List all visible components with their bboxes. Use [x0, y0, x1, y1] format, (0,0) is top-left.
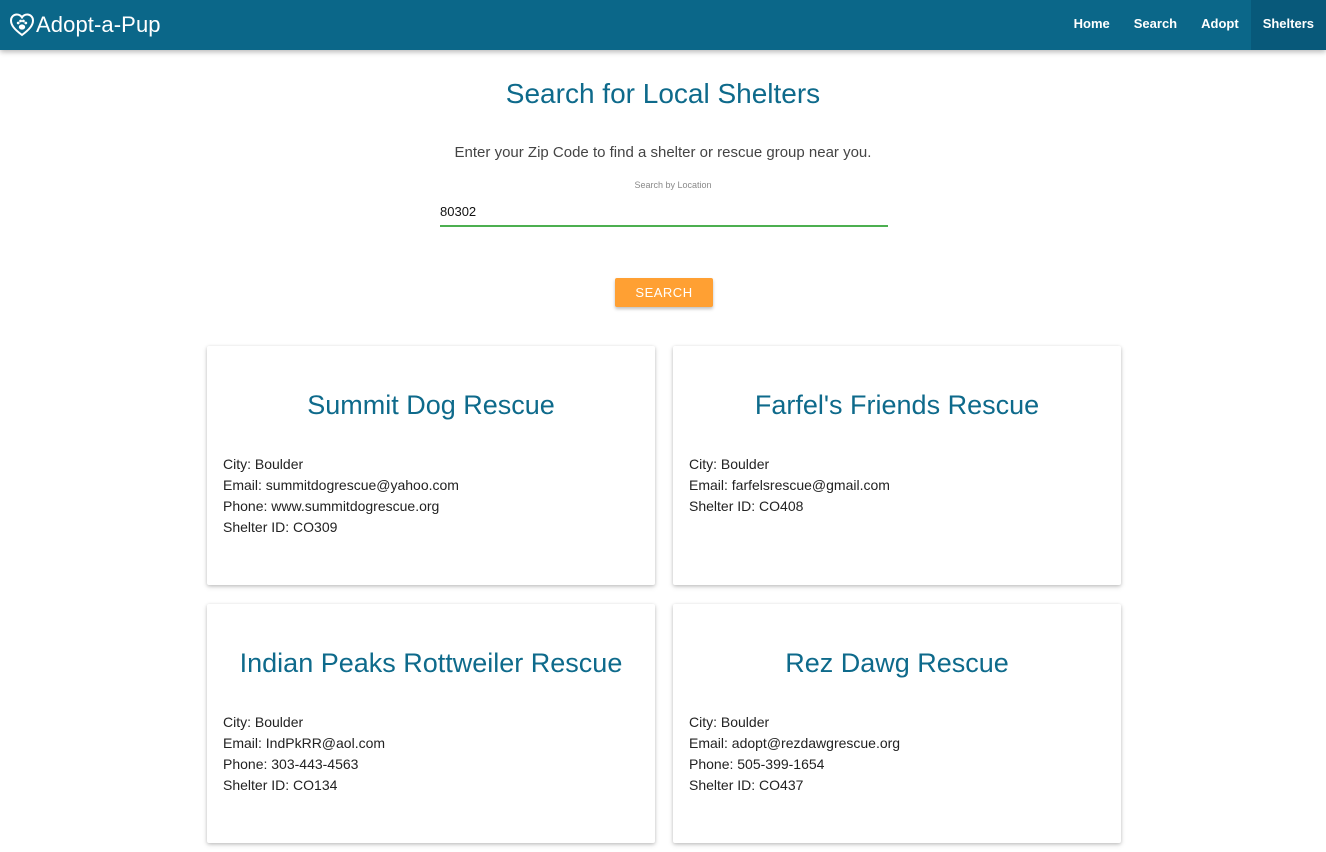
shelter-city: City: Boulder — [223, 714, 304, 730]
brand-name: Adopt-a-Pup — [36, 12, 161, 37]
shelter-details: City: Boulder Email: summitdogrescue@yah… — [223, 454, 459, 538]
search-button[interactable]: SEARCH — [615, 278, 713, 307]
shelter-details: City: Boulder Email: farfelsrescue@gmail… — [689, 454, 890, 517]
shelter-name: Indian Peaks Rottweiler Rescue — [239, 648, 623, 678]
shelter-card: Summit Dog Rescue City: Boulder Email: s… — [207, 346, 655, 585]
nav-links: Home Search Adopt Shelters — [1062, 0, 1326, 50]
shelter-name: Summit Dog Rescue — [307, 390, 555, 420]
heart-paw-icon — [9, 13, 35, 37]
shelter-city: City: Boulder — [223, 456, 304, 472]
shelter-id: Shelter ID: CO309 — [223, 519, 338, 535]
nav-adopt[interactable]: Adopt — [1189, 0, 1251, 50]
shelter-card: Rez Dawg Rescue City: Boulder Email: ado… — [673, 604, 1121, 843]
shelter-id: Shelter ID: CO408 — [689, 498, 804, 514]
shelter-card: Farfel's Friends Rescue City: Boulder Em… — [673, 346, 1121, 585]
shelter-card: Indian Peaks Rottweiler Rescue City: Bou… — [207, 604, 655, 843]
page-title: Search for Local Shelters — [505, 78, 821, 109]
nav-home[interactable]: Home — [1062, 0, 1122, 50]
intro-text: Enter your Zip Code to find a shelter or… — [454, 144, 872, 161]
shelter-email: Email: farfelsrescue@gmail.com — [689, 477, 890, 493]
nav-search[interactable]: Search — [1122, 0, 1189, 50]
location-field-label: Search by Location — [634, 180, 712, 190]
shelter-id: Shelter ID: CO134 — [223, 777, 338, 793]
shelter-email: Email: IndPkRR@aol.com — [223, 735, 386, 751]
shelter-city: City: Boulder — [689, 714, 770, 730]
shelter-city: City: Boulder — [689, 456, 770, 472]
shelter-phone: Phone: 303-443-4563 — [223, 756, 359, 772]
brand-link[interactable]: Adopt-a-Pup — [9, 10, 161, 40]
shelter-name: Farfel's Friends Rescue — [754, 390, 1040, 420]
shelter-id: Shelter ID: CO437 — [689, 777, 804, 793]
zip-code-input[interactable] — [440, 198, 888, 227]
shelter-details: City: Boulder Email: adopt@rezdawgrescue… — [689, 712, 900, 796]
shelter-email: Email: adopt@rezdawgrescue.org — [689, 735, 901, 751]
top-navbar: Adopt-a-Pup Home Search Adopt Shelters — [0, 0, 1326, 50]
shelter-email: Email: summitdogrescue@yahoo.com — [223, 477, 459, 493]
shelter-phone: Phone: 505-399-1654 — [689, 756, 825, 772]
shelter-phone: Phone: www.summitdogrescue.org — [223, 498, 440, 514]
nav-shelters[interactable]: Shelters — [1250, 0, 1326, 50]
shelter-details: City: Boulder Email: IndPkRR@aol.com Pho… — [223, 712, 385, 796]
shelter-name: Rez Dawg Rescue — [785, 648, 1009, 678]
